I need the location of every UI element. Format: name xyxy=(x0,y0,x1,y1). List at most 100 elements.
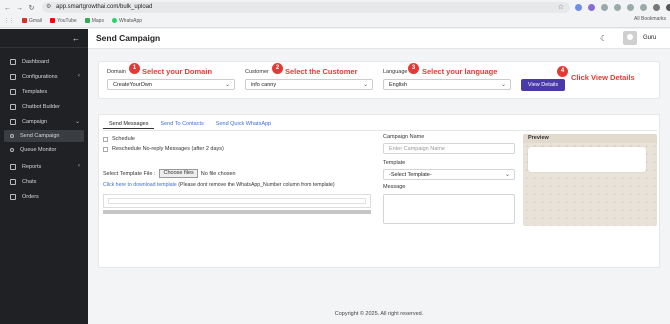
download-icon[interactable] xyxy=(640,4,647,11)
tab-send-to-contacts[interactable]: Send To Contacts xyxy=(154,119,209,129)
address-bar[interactable]: ⚙ app.smartgrowthai.com/bulk_upload ☆ xyxy=(42,2,570,13)
template-label: Template xyxy=(383,160,406,166)
sidebar-item-orders[interactable]: Orders xyxy=(0,191,88,203)
sidebar-item-send-campaign[interactable]: Send Campaign xyxy=(4,130,84,142)
extension-icon[interactable] xyxy=(614,4,621,11)
sidebar-item-campaign[interactable]: Campaign ⌄ xyxy=(0,116,88,128)
circle-icon xyxy=(10,134,14,138)
sidebar-item-label: Dashboard xyxy=(22,59,49,65)
sidebar-item-label: Send Campaign xyxy=(20,133,60,139)
sidebar-item-label: Campaign xyxy=(22,119,48,125)
tab-send-messages[interactable]: Send Messages xyxy=(103,119,155,129)
sidebar-item-chats[interactable]: Chats xyxy=(0,176,88,188)
preview-title: Preview xyxy=(523,134,657,143)
choose-files-button[interactable]: Choose files xyxy=(159,169,198,178)
settings-icon xyxy=(10,74,16,80)
chevron-down-icon: ⌄ xyxy=(504,172,510,178)
chats-icon xyxy=(10,179,16,185)
download-template-link[interactable]: Click here to download template xyxy=(103,182,177,188)
campaign-form: Campaign Name Enter Campaign Name Templa… xyxy=(383,134,519,254)
sidebar-item-label: Chatbot Builder xyxy=(22,104,60,110)
bookmark-gmail[interactable]: Gmail xyxy=(22,18,42,24)
browser-chrome: ← → ↻ ⚙ app.smartgrowthai.com/bulk_uploa… xyxy=(0,0,670,28)
chevron-left-icon: ‹ xyxy=(78,163,80,169)
upload-result-inner xyxy=(108,198,366,204)
profile-icon[interactable] xyxy=(653,4,660,11)
maps-icon xyxy=(84,18,90,23)
chevron-down-icon: ⌄ xyxy=(74,119,80,125)
sidebar-item-label: Reports xyxy=(22,164,42,170)
view-details-hint: Click View Details xyxy=(571,73,635,82)
menu-icon[interactable] xyxy=(666,4,670,11)
collapse-sidebar-icon[interactable]: ← xyxy=(72,34,80,43)
step-2-badge: 2 xyxy=(272,63,283,74)
extension-icon[interactable] xyxy=(575,4,582,11)
horizontal-scrollbar[interactable] xyxy=(103,210,371,214)
checkbox-box[interactable] xyxy=(103,146,108,152)
site-info-icon[interactable]: ⚙ xyxy=(46,2,51,13)
sidebar-item-dashboard[interactable]: Dashboard xyxy=(0,56,88,68)
sidebar-item-reports[interactable]: Reports ‹ xyxy=(0,161,88,173)
message-textarea[interactable] xyxy=(383,194,515,224)
message-label: Message xyxy=(383,184,406,190)
apps-icon[interactable]: ⋮⋮ xyxy=(4,18,14,24)
dashboard-icon xyxy=(10,59,16,65)
sidebar-item-queue-monitor[interactable]: Queue Monitor xyxy=(0,144,88,156)
checkbox-box[interactable] xyxy=(103,136,108,142)
sidebar-item-label: Chats xyxy=(22,179,37,185)
footer: Copyright © 2025. All right reserved. xyxy=(334,311,424,317)
extension-icon[interactable] xyxy=(627,4,634,11)
tab-send-quick-whatsapp[interactable]: Send Quick WhatsApp xyxy=(210,119,277,129)
extension-icon[interactable] xyxy=(588,4,595,11)
circle-icon xyxy=(10,148,14,152)
sidebar-item-configurations[interactable]: Configurations ‹ xyxy=(0,71,88,83)
bookmark-youtube[interactable]: YouTube xyxy=(50,18,77,24)
tab-bar: Send Messages Send To Contacts Send Quic… xyxy=(103,119,277,129)
youtube-icon xyxy=(50,18,56,23)
view-details-button[interactable]: View Details xyxy=(521,79,565,91)
user-name[interactable]: Guru xyxy=(643,35,656,41)
avatar[interactable] xyxy=(623,31,637,45)
back-icon[interactable]: ← xyxy=(3,4,12,13)
customer-select[interactable]: info canny ⌄ xyxy=(245,79,373,90)
campaign-icon xyxy=(10,119,16,125)
orders-icon xyxy=(10,194,16,200)
bookmark-label: Gmail xyxy=(29,17,43,24)
language-label: Language xyxy=(383,69,408,75)
bookmark-whatsapp[interactable]: WhatsApp xyxy=(111,17,143,24)
domain-select[interactable]: CreateYourOwn ⌄ xyxy=(107,79,235,90)
all-bookmarks[interactable]: All Bookmarks xyxy=(634,16,666,22)
bookmark-star-icon[interactable]: ☆ xyxy=(558,2,564,13)
language-select[interactable]: English ⌄ xyxy=(383,79,511,90)
sidebar: ← Dashboard Configurations ‹ Templates Ch… xyxy=(0,29,88,324)
bookmark-maps[interactable]: Maps xyxy=(84,18,104,24)
sidebar-item-templates[interactable]: Templates xyxy=(0,86,88,98)
reschedule-label: Reschedule No-reply Messages (after 2 da… xyxy=(112,146,224,152)
file-status: No file chosen xyxy=(200,170,236,177)
template-file-label: Select Template File : xyxy=(103,170,156,177)
schedule-label: Schedule xyxy=(112,136,135,142)
page-title: Send Campaign xyxy=(96,33,161,43)
extension-icons xyxy=(575,4,670,11)
campaign-name-input[interactable]: Enter Campaign Name xyxy=(383,143,515,154)
template-select[interactable]: -Select Template- ⌄ xyxy=(383,169,515,180)
chatbot-icon xyxy=(10,104,16,110)
reload-icon[interactable]: ↻ xyxy=(27,4,36,13)
domain-value: CreateYourOwn xyxy=(113,82,152,88)
chevron-down-icon: ⌄ xyxy=(224,82,230,88)
bookmarks-bar: ⋮⋮ Gmail YouTube Maps WhatsApp xyxy=(4,16,142,25)
dark-mode-toggle-icon[interactable]: ☾ xyxy=(600,34,607,43)
step-4-badge: 4 xyxy=(557,66,568,77)
schedule-checkbox[interactable]: Schedule xyxy=(103,136,135,142)
extension-icon[interactable] xyxy=(601,4,608,11)
sidebar-item-label: Queue Monitor xyxy=(20,147,57,153)
url-text: app.smartgrowthai.com/bulk_upload xyxy=(56,4,153,10)
preview-message-bubble xyxy=(528,147,646,172)
sidebar-item-label: Configurations xyxy=(22,74,58,80)
bookmark-label: WhatsApp xyxy=(118,17,143,24)
sidebar-item-chatbot-builder[interactable]: Chatbot Builder xyxy=(0,101,88,113)
reschedule-checkbox[interactable]: Reschedule No-reply Messages (after 2 da… xyxy=(103,146,224,152)
template-value: -Select Template- xyxy=(389,172,432,178)
forward-icon[interactable]: → xyxy=(15,4,24,13)
gmail-icon xyxy=(22,18,27,23)
